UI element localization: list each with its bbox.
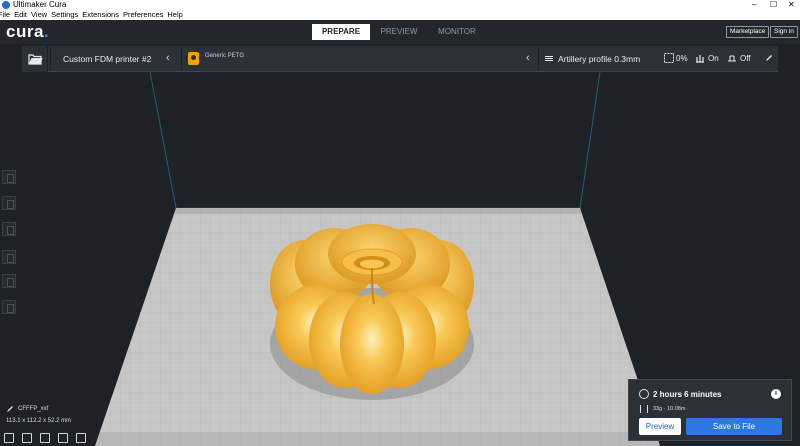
logo-text: cura (6, 22, 44, 41)
menu-help[interactable]: Help (167, 10, 182, 20)
print-time: 2 hours 6 minutes (653, 390, 722, 399)
chevron-left-icon: ‹ (526, 52, 530, 64)
view-top-icon[interactable] (40, 433, 50, 443)
tab-monitor[interactable]: MONITOR (428, 24, 486, 40)
chevron-left-icon: ‹ (166, 52, 170, 64)
window-titlebar: Ultimaker Cura – ☐ ✕ (0, 0, 800, 10)
menu-extensions[interactable]: Extensions (82, 10, 119, 20)
menu-view[interactable]: View (31, 10, 47, 20)
toolbar-divider (538, 48, 539, 70)
material-selector[interactable]: Generic PETG ‹ (186, 46, 538, 72)
build-volume-edge (149, 72, 177, 209)
view-3d-icon[interactable] (4, 433, 14, 443)
filament-icon (640, 405, 648, 413)
support-blocker-button[interactable] (2, 300, 16, 314)
material-name: Generic PETG (205, 53, 245, 59)
menu-bar: File Edit View Settings Extensions Prefe… (0, 10, 800, 20)
pencil-icon[interactable] (6, 405, 14, 413)
view-front-icon[interactable] (22, 433, 32, 443)
maximize-button[interactable]: ☐ (770, 0, 777, 10)
support-icon (696, 55, 704, 63)
tab-prepare[interactable]: PREPARE (312, 24, 370, 40)
minimize-button[interactable]: – (752, 0, 756, 10)
save-to-file-button[interactable]: Save to File (686, 418, 782, 435)
close-button[interactable]: ✕ (788, 0, 795, 10)
marketplace-button[interactable]: Marketplace (726, 26, 770, 38)
view-right-icon[interactable] (76, 433, 86, 443)
object-dimensions: 113.1 x 112.2 x 52.2 mm (6, 418, 72, 424)
toolbar-divider (181, 48, 182, 70)
open-file-button[interactable] (22, 46, 48, 72)
per-model-settings-button[interactable] (2, 274, 16, 288)
print-settings-selector[interactable]: Artillery profile 0.3mm 0% On Off (540, 46, 778, 72)
support-value: On (708, 54, 719, 63)
toolbar-divider (50, 48, 51, 70)
profile-name: Artillery profile 0.3mm (558, 54, 641, 64)
move-tool-button[interactable] (2, 170, 16, 184)
logo-dot: . (43, 22, 50, 41)
mirror-tool-button[interactable] (2, 250, 16, 264)
profile-icon (545, 56, 553, 57)
camera-view-buttons (4, 433, 94, 443)
print-estimate-panel: 2 hours 6 minutes i 33g · 10.08m Preview… (628, 379, 792, 441)
adhesion-value: Off (740, 54, 751, 63)
infill-value: 0% (676, 54, 688, 63)
info-icon[interactable]: i (771, 389, 781, 399)
build-volume-edge (579, 72, 601, 209)
stage-tabs: PREPARE PREVIEW MONITOR (312, 24, 486, 40)
menu-settings[interactable]: Settings (51, 10, 78, 20)
printer-name: Custom FDM printer #2 (63, 54, 152, 64)
menu-file[interactable]: File (0, 10, 10, 20)
cura-app-icon (2, 1, 10, 9)
build-plate-border (174, 208, 582, 214)
infill-icon (664, 53, 674, 63)
window-title: Ultimaker Cura (13, 0, 67, 9)
menu-preferences[interactable]: Preferences (123, 10, 163, 20)
object-filename: CFFFP_xxf (18, 406, 49, 412)
view-left-icon[interactable] (58, 433, 68, 443)
scale-tool-button[interactable] (2, 196, 16, 210)
rotate-tool-button[interactable] (2, 222, 16, 236)
app-header: cura. PREPARE PREVIEW MONITOR Marketplac… (0, 20, 800, 44)
clock-icon (639, 389, 649, 399)
adhesion-icon (728, 55, 736, 62)
material-usage: 33g · 10.08m (653, 406, 686, 412)
menu-edit[interactable]: Edit (14, 10, 27, 20)
tab-preview[interactable]: PREVIEW (370, 24, 428, 40)
preview-button[interactable]: Preview (639, 418, 681, 435)
build-plate-border (95, 432, 660, 446)
cura-logo: cura. (6, 23, 49, 41)
sign-in-button[interactable]: Sign in (770, 26, 798, 38)
printer-selector[interactable]: Custom FDM printer #2 ‹ (54, 46, 180, 72)
edit-icon[interactable] (765, 54, 773, 62)
material-icon (188, 52, 199, 65)
open-folder-icon (28, 54, 43, 65)
